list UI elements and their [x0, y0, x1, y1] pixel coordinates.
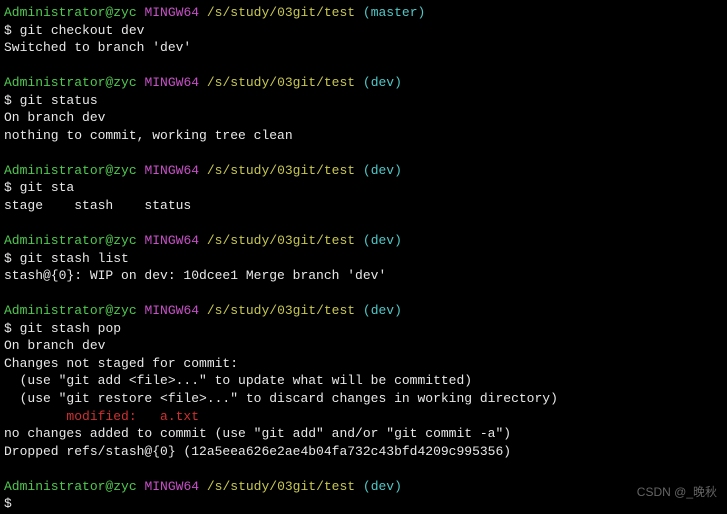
- output-line: no changes added to commit (use "git add…: [4, 425, 723, 443]
- output-line: Dropped refs/stash@{0} (12a5eea626e2ae4b…: [4, 443, 723, 461]
- prompt-line: Administrator@zyc MINGW64 /s/study/03git…: [4, 302, 723, 320]
- command-line: $ git stash list: [4, 250, 723, 268]
- prompt-branch: (master): [363, 5, 425, 20]
- output-line: Changes not staged for commit:: [4, 355, 723, 373]
- output-line: nothing to commit, working tree clean: [4, 127, 723, 145]
- command: git checkout dev: [20, 23, 145, 38]
- output-line: On branch dev: [4, 337, 723, 355]
- command-line: $ git stash pop: [4, 320, 723, 338]
- prompt-line: Administrator@zyc MINGW64 /s/study/03git…: [4, 478, 723, 496]
- prompt-line: Administrator@zyc MINGW64 /s/study/03git…: [4, 162, 723, 180]
- modified-file-line: modified: a.txt: [4, 408, 723, 426]
- output-line: Switched to branch 'dev': [4, 39, 723, 57]
- prompt-line: Administrator@zyc MINGW64 /s/study/03git…: [4, 4, 723, 22]
- output-line: (use "git restore <file>..." to discard …: [4, 390, 723, 408]
- output-line: stash@{0}: WIP on dev: 10dcee1 Merge bra…: [4, 267, 723, 285]
- command: git status: [20, 93, 98, 108]
- prompt-path: /s/study/03git/test: [207, 5, 355, 20]
- prompt-user: Administrator@zyc: [4, 5, 137, 20]
- command-line: $ git checkout dev: [4, 22, 723, 40]
- command-line: $ git sta: [4, 179, 723, 197]
- output-line: stage stash status: [4, 197, 723, 215]
- command: git sta: [20, 180, 75, 195]
- output-line: (use "git add <file>..." to update what …: [4, 372, 723, 390]
- prompt-line: Administrator@zyc MINGW64 /s/study/03git…: [4, 232, 723, 250]
- output-line: On branch dev: [4, 109, 723, 127]
- watermark: CSDN @_晚秋: [637, 484, 717, 500]
- command: git stash list: [20, 251, 129, 266]
- command: git stash pop: [20, 321, 121, 336]
- prompt-line: Administrator@zyc MINGW64 /s/study/03git…: [4, 74, 723, 92]
- terminal[interactable]: Administrator@zyc MINGW64 /s/study/03git…: [4, 4, 723, 513]
- cursor-line[interactable]: $: [4, 495, 723, 513]
- command-line: $ git status: [4, 92, 723, 110]
- prompt-host: MINGW64: [144, 5, 199, 20]
